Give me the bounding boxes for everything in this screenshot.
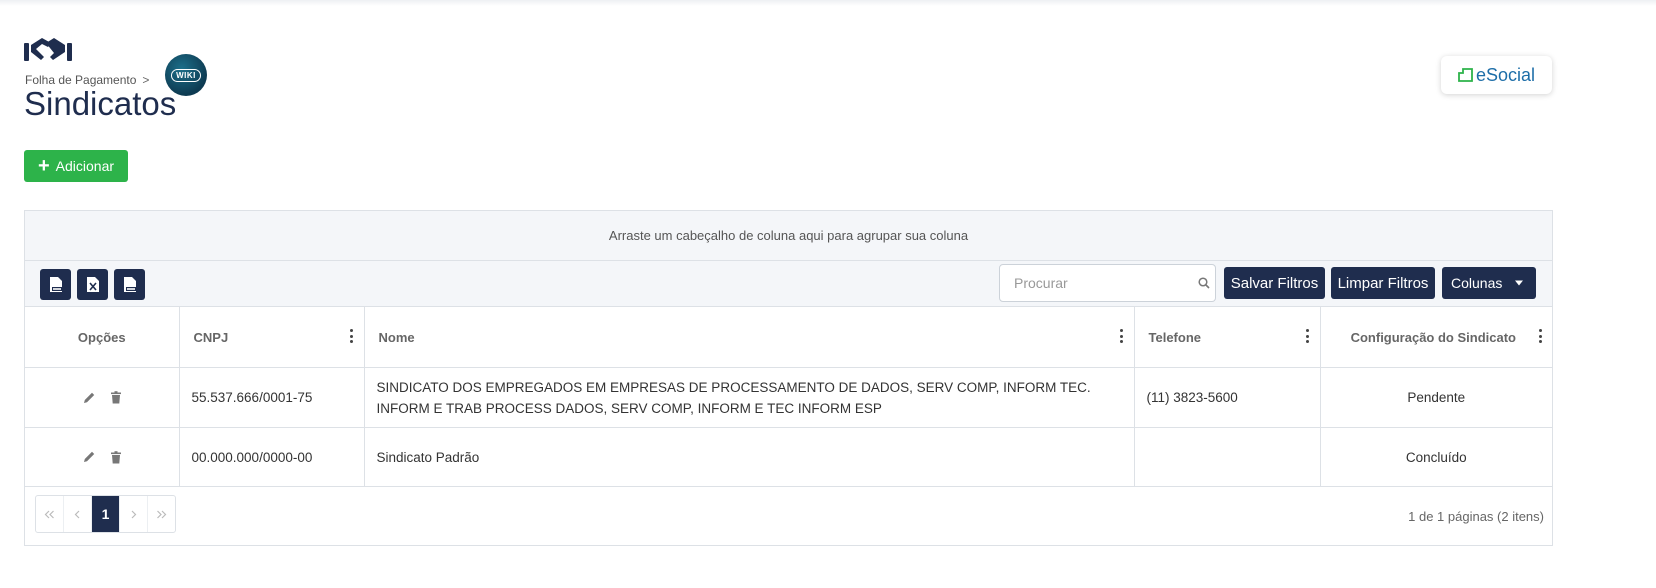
plus-icon: +: [37, 155, 50, 177]
add-button-label: Adicionar: [55, 158, 115, 174]
export-pdf-button[interactable]: [40, 269, 71, 300]
column-menu-cnpj-icon[interactable]: [350, 329, 354, 343]
group-panel[interactable]: Arraste um cabeçalho de coluna aqui para…: [25, 211, 1552, 261]
cell-config: Pendente: [1320, 367, 1552, 428]
column-header-config[interactable]: Configuração do Sindicato: [1320, 307, 1552, 368]
page-title: Sindicatos: [24, 85, 177, 122]
cell-cnpj: 55.537.666/0001-75: [179, 367, 365, 428]
wiki-label: WIKI: [171, 68, 201, 82]
search-input[interactable]: [999, 264, 1193, 302]
grid-table: Opções CNPJ Nome Telefone Configuração d…: [25, 307, 1552, 487]
header-row: Opções CNPJ Nome Telefone Configuração d…: [25, 307, 1552, 368]
trash-icon[interactable]: [110, 391, 122, 404]
columns-dropdown-button[interactable]: Colunas: [1442, 267, 1536, 299]
page-button-current[interactable]: 1: [92, 496, 120, 532]
pdf-file-icon: [49, 277, 62, 292]
column-header-name[interactable]: Nome: [364, 307, 1135, 368]
clear-filters-button[interactable]: Limpar Filtros: [1331, 267, 1435, 299]
cell-name: Sindicato Padrão: [364, 427, 1135, 487]
export-excel-button[interactable]: [77, 269, 108, 300]
search-button[interactable]: [1192, 264, 1216, 302]
pagination-info: 1 de 1 páginas (2 itens): [1408, 509, 1544, 524]
chevron-left-icon: [74, 510, 80, 518]
last-page-button[interactable]: [148, 496, 175, 532]
group-panel-hint: Arraste um cabeçalho de coluna aqui para…: [608, 228, 969, 243]
cell-phone: (11) 3823-5600: [1134, 367, 1321, 428]
grid-toolbar: Salvar Filtros Limpar Filtros Colunas: [25, 261, 1552, 307]
column-header-phone-label: Telefone: [1148, 329, 1202, 345]
double-chevron-left-icon: [44, 510, 54, 518]
column-header-cnpj[interactable]: CNPJ: [179, 307, 365, 368]
row-actions: [25, 427, 180, 487]
next-page-button[interactable]: [120, 496, 148, 532]
handshake-logo-icon: [24, 38, 72, 61]
trash-icon[interactable]: [110, 450, 122, 464]
first-page-button[interactable]: [36, 496, 64, 532]
cell-config: Concluído: [1320, 427, 1552, 487]
pagination: 1: [35, 495, 176, 533]
cell-cnpj: 00.000.000/0000-00: [179, 427, 365, 487]
esocial-button[interactable]: eSocial: [1441, 56, 1552, 94]
column-header-name-label: Nome: [378, 329, 415, 345]
table-row: 55.537.666/0001-75 SINDICATO DOS EMPREGA…: [25, 367, 1552, 428]
caret-down-icon: [1515, 280, 1523, 286]
cell-phone: [1134, 427, 1321, 487]
column-header-cnpj-label: CNPJ: [193, 329, 229, 345]
column-menu-name-icon[interactable]: [1120, 329, 1124, 343]
row-actions: [25, 367, 180, 428]
column-header-config-label: Configuração do Sindicato: [1350, 329, 1516, 345]
add-button[interactable]: + Adicionar: [24, 150, 128, 182]
columns-dropdown-label: Colunas: [1451, 275, 1503, 291]
chevron-right-icon: [131, 510, 137, 518]
table-row: 00.000.000/0000-00 Sindicato Padrão Conc…: [25, 427, 1552, 487]
column-menu-config-icon[interactable]: [1538, 329, 1542, 343]
data-grid: Arraste um cabeçalho de coluna aqui para…: [24, 210, 1553, 546]
esocial-label: eSocial: [1475, 64, 1536, 85]
double-chevron-right-icon: [157, 510, 167, 518]
column-header-options: Opções: [25, 307, 180, 368]
wiki-button[interactable]: WIKI: [165, 54, 207, 96]
search-icon: [1197, 277, 1210, 289]
column-menu-phone-icon[interactable]: [1306, 329, 1310, 343]
pencil-icon[interactable]: [82, 391, 96, 405]
top-shadow: [0, 0, 1656, 6]
column-header-phone[interactable]: Telefone: [1134, 307, 1321, 368]
pencil-icon[interactable]: [82, 450, 96, 464]
prev-page-button[interactable]: [64, 496, 92, 532]
export-csv-button[interactable]: [114, 269, 145, 300]
save-filters-button[interactable]: Salvar Filtros: [1224, 267, 1325, 299]
csv-file-icon: [123, 277, 136, 292]
excel-file-icon: [86, 277, 99, 292]
cell-name: SINDICATO DOS EMPREGADOS EM EMPRESAS DE …: [364, 367, 1135, 428]
esocial-logo-icon: [1458, 68, 1473, 82]
